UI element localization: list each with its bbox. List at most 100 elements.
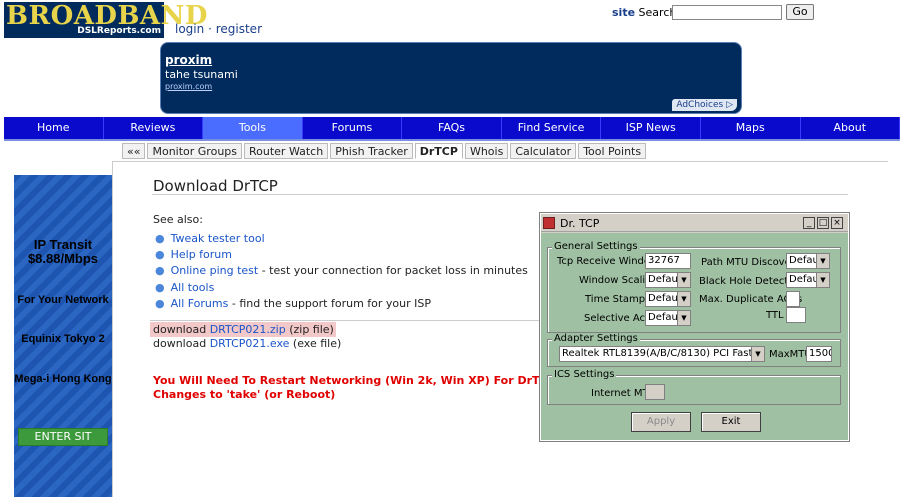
go-button[interactable]: Go — [786, 4, 814, 20]
see-also-list: ● Tweak tester tool ● Help forum ● Online p… — [155, 231, 528, 312]
exit-button[interactable]: Exit — [701, 412, 761, 432]
tab-tool-points[interactable]: Tool Points — [578, 143, 647, 159]
site-label: site — [612, 6, 636, 19]
ad-line-equinix: Equinix Tokyo 2 — [21, 333, 105, 345]
adapter-select[interactable]: Realtek RTL8139(A/B/C/8130) PCI Fast Eth… — [559, 346, 765, 362]
download-exe-row: download DRTCP021.exe (exe file) — [153, 337, 341, 350]
link-description: - test your connection for packet loss i… — [258, 264, 528, 278]
internet-mtu-field[interactable] — [645, 384, 665, 400]
tab-back[interactable]: «« — [122, 143, 146, 159]
list-item: ● Online ping test - test your connection… — [155, 263, 528, 279]
nav-about[interactable]: About — [801, 117, 900, 139]
bullet-icon: ● — [155, 280, 165, 294]
nav-tools[interactable]: Tools — [203, 117, 303, 139]
tab-router-watch[interactable]: Router Watch — [244, 143, 329, 159]
maxmtu-field[interactable]: 1500 — [806, 346, 832, 362]
tab-phish-tracker[interactable]: Phish Tracker — [330, 143, 413, 159]
warning-line-2: Changes to 'take' (or Reboot) — [153, 388, 336, 401]
black-hole-select[interactable]: Default ▼ — [786, 272, 830, 288]
ttl-label: TTL — [766, 310, 784, 321]
minimize-icon[interactable]: _ — [803, 217, 815, 229]
link-description: - find the support forum for your ISP — [228, 296, 431, 310]
link-ping-test[interactable]: Online ping test — [171, 264, 259, 277]
drtcp-window: Dr. TCP _ □ × General Settings Tcp Recei… — [539, 212, 850, 442]
tab-drtcp[interactable]: DrTCP — [414, 143, 463, 159]
nav-isp-news[interactable]: ISP News — [601, 117, 701, 139]
list-item: ● All tools — [155, 280, 528, 296]
enter-site-button[interactable]: ENTER SIT — [18, 428, 108, 446]
register-link[interactable]: register — [216, 22, 262, 36]
main-nav: Home Reviews Tools Forums FAQs Find Serv… — [4, 117, 900, 139]
site-logo[interactable]: BROADBAND DSLReports.com — [4, 1, 207, 38]
adchoices-badge[interactable]: AdChoices ▷ — [672, 99, 737, 111]
window-body: General Settings Tcp Receive Window 3276… — [541, 233, 848, 440]
content-top-divider — [112, 161, 888, 162]
ad-line-price: $8.88/Mbps — [27, 251, 99, 266]
tab-calculator[interactable]: Calculator — [510, 143, 577, 159]
nav-home[interactable]: Home — [4, 117, 104, 139]
chevron-down-icon: ▼ — [751, 347, 764, 361]
chevron-down-icon: ▼ — [677, 292, 690, 306]
window-scaling-select[interactable]: Default ▼ — [645, 272, 691, 288]
link-help-forum[interactable]: Help forum — [171, 248, 232, 261]
maximize-icon[interactable]: □ — [817, 217, 829, 229]
ad-url[interactable]: proxim.com — [165, 82, 212, 91]
download-zip-link[interactable]: DRTCP021.zip — [210, 323, 286, 336]
download-prefix: download — [153, 323, 210, 336]
apply-button[interactable]: Apply — [631, 412, 691, 432]
bullet-icon: ● — [155, 232, 165, 245]
tcp-receive-window-field[interactable]: 32767 — [645, 253, 691, 269]
ad-banner[interactable]: proxim tahe tsunami proxim.com AdChoices… — [160, 42, 742, 114]
download-exe-link[interactable]: DRTCP021.exe — [210, 337, 290, 350]
window-titlebar: Dr. TCP _ □ × — [541, 214, 848, 232]
nav-maps[interactable]: Maps — [701, 117, 801, 139]
ttl-field[interactable] — [786, 307, 806, 323]
selective-acks-select[interactable]: Default ▼ — [645, 310, 691, 326]
link-all-tools[interactable]: All tools — [171, 281, 215, 294]
login-link[interactable]: login — [175, 22, 204, 36]
nav-reviews[interactable]: Reviews — [104, 117, 204, 139]
nav-forums[interactable]: Forums — [303, 117, 403, 139]
list-item: ● All Forums - find the support forum for… — [155, 296, 528, 312]
link-all-forums[interactable]: All Forums — [171, 297, 229, 310]
see-also-heading: See also: — [153, 213, 203, 226]
window-title: Dr. TCP — [560, 217, 600, 230]
tab-whois[interactable]: Whois — [464, 143, 509, 159]
general-settings-legend: General Settings — [552, 241, 640, 252]
tab-monitor-groups[interactable]: Monitor Groups — [147, 143, 242, 159]
bullet-icon: ● — [155, 248, 165, 262]
link-tweak-tester[interactable]: Tweak tester tool — [171, 232, 265, 245]
bullet-icon: ● — [155, 264, 165, 278]
app-icon — [543, 217, 555, 229]
sidebar-ad[interactable]: IP Transit $8.88/Mbps For Your Network E… — [14, 175, 112, 497]
path-mtu-select[interactable]: Default ▼ — [786, 253, 830, 269]
max-dup-acks-field[interactable] — [786, 291, 800, 307]
chevron-down-icon: ▼ — [816, 273, 829, 287]
chevron-down-icon: ▼ — [677, 311, 690, 325]
search-input[interactable] — [672, 5, 782, 20]
time-stamping-select[interactable]: Default ▼ — [645, 291, 691, 307]
site-search-label: site Search: — [612, 6, 680, 19]
account-links: login · register — [175, 22, 262, 36]
ad-title[interactable]: proxim — [165, 53, 212, 67]
adapter-settings-legend: Adapter Settings — [552, 333, 640, 344]
ad-line-ip-transit: IP Transit — [33, 237, 93, 252]
adapter-value: Realtek RTL8139(A/B/C/8130) PCI Fast Eth… — [562, 348, 764, 359]
page-title: Download DrTCP — [153, 177, 278, 195]
warning-line-1: You Will Need To Restart Networking (Win… — [153, 374, 556, 387]
download-zip-type: (zip file) — [285, 323, 334, 336]
close-icon[interactable]: × — [831, 217, 843, 229]
nav-underline — [4, 139, 900, 141]
bullet-icon: ● — [155, 296, 165, 310]
title-divider — [152, 194, 848, 195]
nav-faqs[interactable]: FAQs — [402, 117, 502, 139]
list-item: ● Help forum — [155, 247, 528, 263]
nav-find-service[interactable]: Find Service — [502, 117, 602, 139]
list-item: ● Tweak tester tool — [155, 231, 528, 247]
download-zip-row: download DRTCP021.zip (zip file) — [150, 322, 336, 337]
tools-subtabs: «« Monitor Groups Router Watch Phish Tra… — [122, 143, 648, 159]
tcp-receive-window-label: Tcp Receive Window — [557, 256, 659, 267]
ad-subtitle: tahe tsunami — [165, 68, 238, 81]
link-separator: · — [208, 22, 212, 36]
download-exe-type: (exe file) — [289, 337, 342, 350]
